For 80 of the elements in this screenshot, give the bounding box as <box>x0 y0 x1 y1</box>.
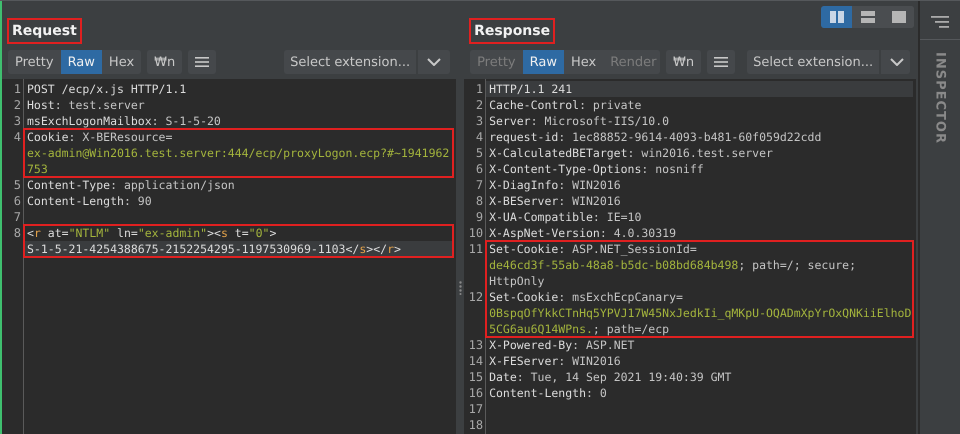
code-line: Cache-Control: private <box>489 98 642 112</box>
line-number: 17 <box>468 402 484 416</box>
line-number: 1 <box>476 82 484 96</box>
code-line: X-CalculatedBETarget: win2016.test.server <box>489 146 773 160</box>
line-number: 5 <box>476 146 484 160</box>
view-tab[interactable]: Raw <box>522 50 564 74</box>
split-columns-icon <box>830 11 844 23</box>
chevron-down-icon <box>890 58 904 66</box>
layout-toggle[interactable] <box>821 6 852 28</box>
code-line: S-1-5-21-4254388675-2152254295-1197530969-1103</s></r> <box>27 242 401 256</box>
line-number: 8 <box>14 226 21 240</box>
line-number: 13 <box>468 338 484 352</box>
line-number: 4 <box>14 130 21 144</box>
line-number: 3 <box>476 114 484 128</box>
line-number: 7 <box>476 178 484 192</box>
newline-toggle[interactable]: ₩n <box>666 50 702 74</box>
line-number: 14 <box>468 354 484 368</box>
code-line: X-BEServer: WIN2016 <box>489 194 621 208</box>
line-number: 6 <box>476 162 484 176</box>
line-number: 12 <box>468 290 484 304</box>
view-tab[interactable]: Raw <box>60 50 102 74</box>
code-line: X-FEServer: WIN2016 <box>489 354 621 368</box>
resize-grip-icon <box>458 281 462 295</box>
code-line: HTTP/1.1 241 <box>489 82 572 96</box>
line-number: 6 <box>14 194 21 208</box>
line-number: 9 <box>476 210 484 224</box>
code-line: <r at="NTLM" ln="ex-admin"><s t="0"> <box>27 226 276 240</box>
line-number: 15 <box>468 370 484 384</box>
code-line: Host: test.server <box>27 98 145 112</box>
code-line: msExchLogonMailbox: S-1-5-20 <box>27 114 221 128</box>
view-tab[interactable]: Hex <box>564 50 604 74</box>
code-line: 753 <box>27 162 48 176</box>
newline-toggle[interactable]: ₩n <box>147 50 182 74</box>
extension-select[interactable]: Select extension... <box>284 50 450 74</box>
code-line: POST /ecp/x.js HTTP/1.1 <box>27 82 186 96</box>
line-number: 10 <box>468 226 484 240</box>
chevron-down-icon <box>427 58 442 66</box>
code-line: 0BspqOfYkkCTnHq5YPVJ17W45NxJedkIi_qMKpU-OQADmXpYrOxQNKiiElhoD <box>489 306 912 320</box>
code-line: X-Powered-By: ASP.NET <box>489 338 634 352</box>
menu-icon <box>714 56 728 68</box>
line-number: 4 <box>476 130 484 144</box>
code-line: X-Content-Type-Options: nosniff <box>489 162 704 176</box>
line-number: 3 <box>14 114 21 128</box>
line-number: 5 <box>14 178 21 192</box>
split-rows-icon <box>860 11 875 23</box>
line-number: 18 <box>468 418 484 432</box>
code-line: Set-Cookie: ASP.NET_SessionId= <box>489 242 697 256</box>
line-number: 11 <box>468 242 484 256</box>
code-line: X-UA-Compatible: IE=10 <box>489 210 642 224</box>
code-line: HttpOnly <box>489 274 544 288</box>
code-line: Content-Length: 0 <box>489 386 607 400</box>
pane-title: Request <box>8 19 81 43</box>
code-line: Server: Microsoft-IIS/10.0 <box>489 114 670 128</box>
code-line: X-DiagInfo: WIN2016 <box>489 178 621 192</box>
code-line: Content-Type: application/json <box>27 178 235 192</box>
menu-button[interactable] <box>707 50 736 74</box>
extension-select[interactable]: Select extension... <box>747 50 910 74</box>
view-tab[interactable]: Hex <box>102 50 142 74</box>
code-line: 5CG6au6Q14WPns.; path=/ecp <box>489 322 670 336</box>
code-line: X-AspNet-Version: 4.0.30319 <box>489 226 676 240</box>
single-view-icon <box>892 11 906 23</box>
line-number: 2 <box>476 98 484 112</box>
line-number: 7 <box>14 210 21 224</box>
code-line: request-id: 1ec88852-9614-4093-b481-60f059d22cdd <box>489 130 822 144</box>
line-number: 16 <box>468 386 484 400</box>
pane-title: Response <box>470 19 554 43</box>
menu-icon <box>195 56 210 68</box>
code-line: Content-Length: 90 <box>27 194 152 208</box>
inspector-tab[interactable]: INSPECTOR <box>932 52 948 144</box>
line-number: 1 <box>14 82 21 96</box>
menu-button[interactable] <box>188 50 216 74</box>
code-line: Date: Tue, 14 Sep 2021 19:40:39 GMT <box>489 370 732 384</box>
code-line: Set-Cookie: msExchEcpCanary= <box>489 290 683 304</box>
filter-lines-icon[interactable] <box>931 15 950 29</box>
line-number: 8 <box>476 194 484 208</box>
code-line: ex-admin@Win2016.test.server:444/ecp/proxyLogon.ecp?#~1941962 <box>27 146 450 160</box>
code-line: Cookie: X-BEResource= <box>27 130 172 144</box>
view-tab[interactable]: Pretty <box>8 50 61 74</box>
line-number: 2 <box>14 98 21 112</box>
code-line: de46cd3f-55ab-48a8-b5dc-b08bd684b498; path=/; secure; <box>489 258 856 272</box>
